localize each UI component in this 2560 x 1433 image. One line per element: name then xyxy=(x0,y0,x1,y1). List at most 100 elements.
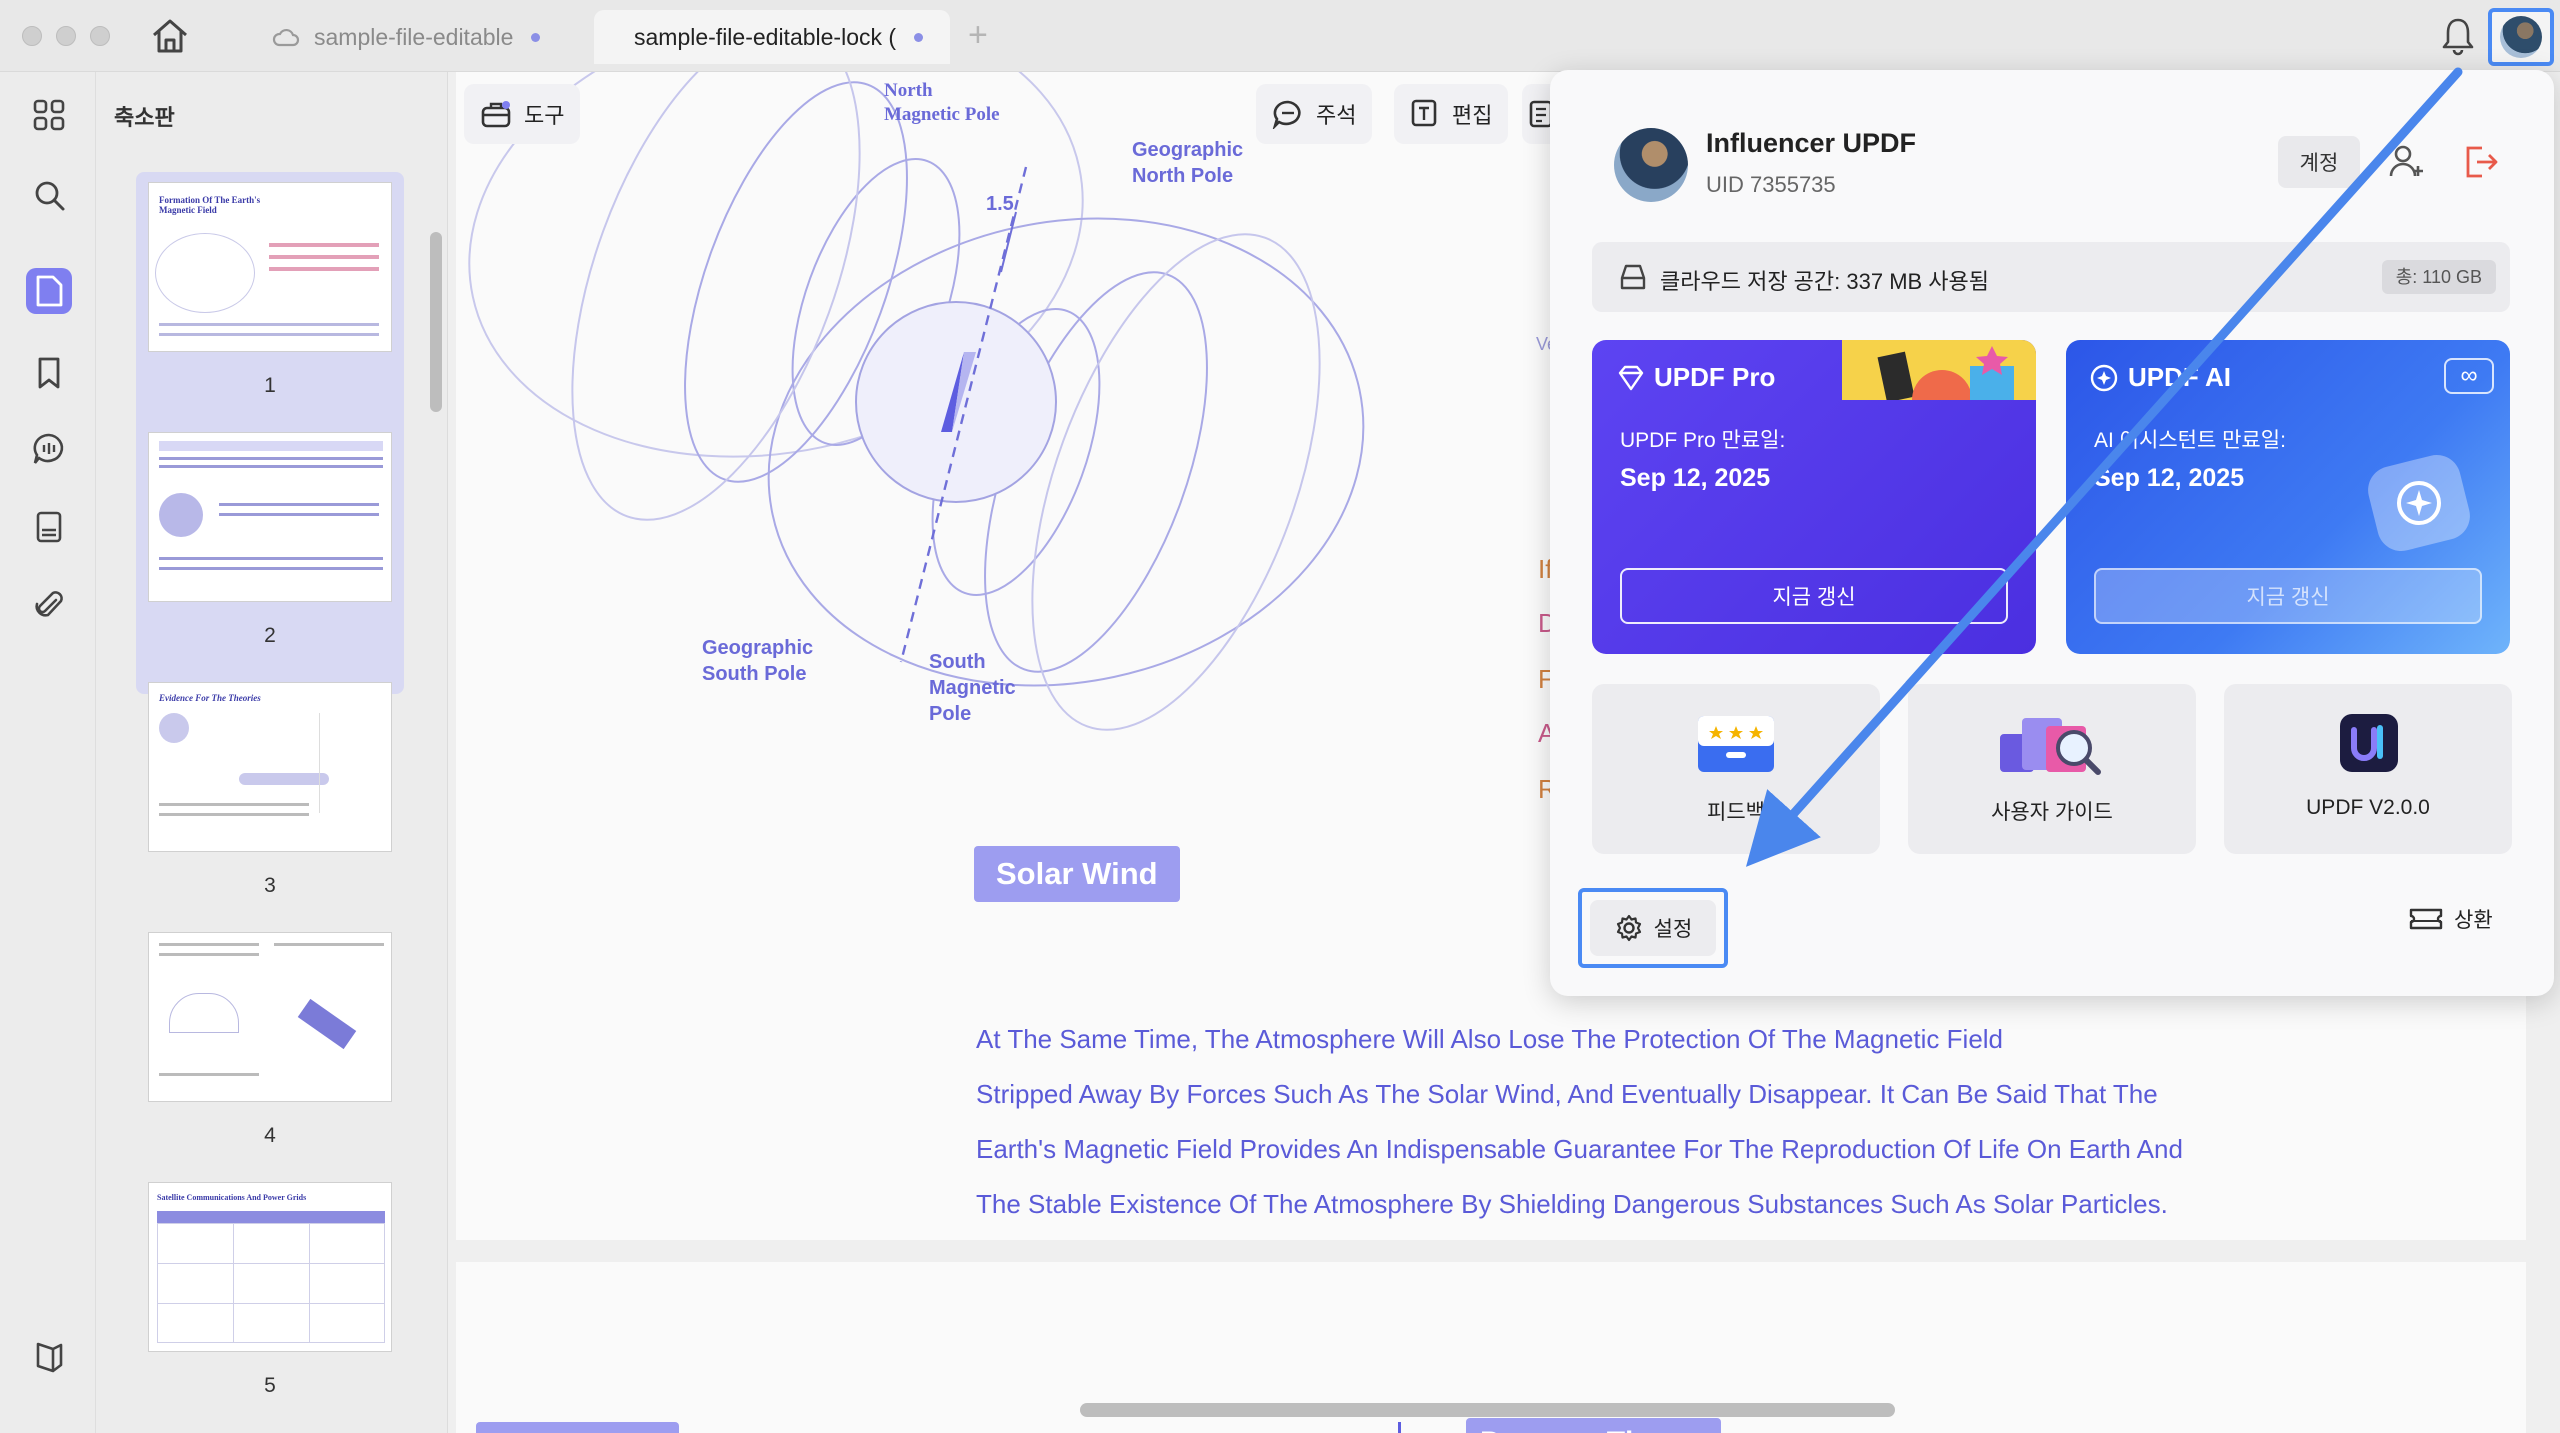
thumbnail-panel: 축소판 Formation Of The Earth's Magnetic Fi… xyxy=(96,72,448,1433)
account-button[interactable]: 계정 xyxy=(2278,136,2360,188)
toolbox-icon xyxy=(481,101,511,128)
dynamo-theory-heading: Dynamo Theory xyxy=(1466,1418,1721,1433)
account-popover: Influencer UPDF UID 7355735 계정 클라우드 저장 공… xyxy=(1550,70,2554,996)
title-bar: sample-file-editable sample-file-editabl… xyxy=(0,0,2560,72)
renew-ai-button[interactable]: 지금 갱신 xyxy=(2094,568,2482,624)
comment-button[interactable]: 주석 xyxy=(1256,84,1373,144)
add-user-icon[interactable] xyxy=(2388,142,2426,182)
feedback-tile[interactable]: 피드백 xyxy=(1592,684,1880,854)
geo-south-label-line2: South Pole xyxy=(702,663,806,685)
tile-label: 피드백 xyxy=(1707,801,1765,824)
bell-icon[interactable] xyxy=(2440,16,2476,56)
page-number: 2 xyxy=(264,624,276,647)
thumb-heading: Formation Of The Earth's Magnetic Field xyxy=(159,195,261,215)
redeem-button[interactable]: 상환 xyxy=(2408,904,2493,934)
page-preview: Evidence For The Theories xyxy=(148,682,392,852)
divider xyxy=(1398,1422,1401,1433)
solar-wind-heading: Solar Wind xyxy=(974,846,1180,902)
panel-title: 축소판 xyxy=(114,105,175,130)
edit-text-icon xyxy=(1411,99,1437,127)
home-icon[interactable] xyxy=(150,18,190,54)
updf-pro-card: UPDF Pro UPDF Pro 만료일: Sep 12, 2025 지금 갱… xyxy=(1592,340,2036,654)
thumb-heading: Satellite Communications And Power Grids xyxy=(157,1193,307,1202)
unsaved-dot xyxy=(531,32,541,42)
stationery-illustration xyxy=(1842,340,2036,400)
layers-icon[interactable] xyxy=(26,1334,72,1380)
renew-pro-button[interactable]: 지금 갱신 xyxy=(1620,568,2008,624)
geo-north-label-line1: Geographic xyxy=(1132,139,1243,161)
page-number: 3 xyxy=(264,874,276,897)
card-title: UPDF Pro xyxy=(1654,362,1776,392)
north-magnetic-label-line1: North xyxy=(884,80,933,101)
magnetic-field-diagram: 1.5 North Magnetic Pole Geographic North… xyxy=(468,72,1365,731)
horizontal-scrollbar[interactable] xyxy=(1080,1403,1895,1417)
thumbnail-page-2[interactable]: 2 xyxy=(136,422,404,694)
expiry-date: Sep 12, 2025 xyxy=(1620,464,1771,492)
tab-label: sample-file-editable-lock ( xyxy=(634,23,897,50)
paragraph-line: Earth's Magnetic Field Provides An Indis… xyxy=(976,1134,2183,1164)
gear-icon xyxy=(1616,914,1641,942)
solar-wind-paragraph: At The Same Time, The Atmosphere Will Al… xyxy=(976,1012,2236,1232)
paragraph-line: At The Same Time, The Atmosphere Will Al… xyxy=(976,1024,2004,1054)
cloud-storage-bar: 클라우드 저장 공간: 337 MB 사용됨 총: 110 GB xyxy=(1592,242,2510,312)
drive-icon xyxy=(1620,264,1646,290)
diamond-icon xyxy=(1618,365,1644,391)
close-window-button[interactable] xyxy=(22,26,42,46)
thumbnail-scrollbar[interactable] xyxy=(430,232,442,412)
introduction-heading: Introduction xyxy=(476,1422,679,1433)
redeem-label: 상환 xyxy=(2454,909,2493,932)
thumbnail-page-5[interactable]: Satellite Communications And Power Grids… xyxy=(136,1172,404,1433)
apps-grid-icon[interactable] xyxy=(26,92,72,138)
storage-usage: 클라우드 저장 공간: 337 MB 사용됨 xyxy=(1660,269,1990,294)
paragraph-line: The Stable Existence Of The Atmosphere B… xyxy=(976,1189,2168,1219)
geo-south-label-line1: Geographic xyxy=(702,637,813,659)
geo-north-label-line2: North Pole xyxy=(1132,165,1233,187)
edit-button[interactable]: 편집 xyxy=(1394,84,1509,144)
angle-label: 1.5 xyxy=(986,193,1014,215)
page-preview xyxy=(148,932,392,1102)
infinity-icon: ∞ xyxy=(2444,358,2494,394)
comment-icon xyxy=(1272,100,1301,129)
attachment-icon[interactable] xyxy=(26,582,72,628)
tab-sample-file-editable-lock[interactable]: sample-file-editable-lock ( xyxy=(594,10,950,64)
tools-button[interactable]: 도구 xyxy=(464,84,581,144)
version-tile[interactable]: UPDF V2.0.0 xyxy=(2224,684,2512,854)
thumb-heading: Evidence For The Theories xyxy=(159,693,261,703)
user-name: Influencer UPDF xyxy=(1706,128,1917,158)
user-guide-tile[interactable]: 사용자 가이드 xyxy=(1908,684,2196,854)
tab-sample-file-editable[interactable]: sample-file-editable xyxy=(272,10,592,64)
expiry-label: UPDF Pro 만료일: xyxy=(1620,429,1786,452)
thumbnail-page-1[interactable]: Formation Of The Earth's Magnetic Field … xyxy=(136,172,404,444)
comment-list-icon[interactable] xyxy=(26,426,72,472)
profile-button[interactable] xyxy=(2488,8,2554,66)
card-title: UPDF AI xyxy=(2128,362,2232,392)
tile-label: 사용자 가이드 xyxy=(1991,801,2113,824)
settings-button[interactable]: 설정 xyxy=(1578,888,1728,968)
new-tab-button[interactable]: + xyxy=(968,16,988,55)
thumbnails-icon[interactable] xyxy=(26,268,72,314)
settings-inner: 설정 xyxy=(1590,900,1716,956)
ticket-icon xyxy=(2409,908,2443,930)
expiry-label: AI 어시스턴트 만료일: xyxy=(2094,429,2286,452)
bookmark-icon[interactable] xyxy=(26,350,72,396)
page-preview: Satellite Communications And Power Grids xyxy=(148,1182,392,1352)
storage-total: 총: 110 GB xyxy=(2381,260,2496,294)
updf-ai-card: UPDF AI ∞ AI 어시스턴트 만료일: Sep 12, 2025 지금 … xyxy=(2066,340,2510,654)
page-number: 4 xyxy=(264,1124,276,1147)
south-magnetic-label-line2: Magnetic xyxy=(929,677,1016,699)
zoom-window-button[interactable] xyxy=(90,26,110,46)
sign-out-icon[interactable] xyxy=(2462,142,2500,182)
search-icon[interactable] xyxy=(26,172,72,218)
updf-logo-icon xyxy=(2340,714,2398,772)
page-number: 1 xyxy=(264,374,276,397)
tools-label: 도구 xyxy=(524,103,565,128)
thumbnail-page-3[interactable]: Evidence For The Theories 3 xyxy=(136,672,404,944)
unsaved-dot xyxy=(914,32,924,42)
document-stack-icon[interactable] xyxy=(26,504,72,550)
minimize-window-button[interactable] xyxy=(56,26,76,46)
comment-label: 주석 xyxy=(1316,103,1357,128)
avatar xyxy=(2500,16,2542,58)
north-magnetic-label-line2: Magnetic Pole xyxy=(884,104,1000,125)
thumbnail-page-4[interactable]: 4 xyxy=(136,922,404,1194)
page-preview: Formation Of The Earth's Magnetic Field xyxy=(148,182,392,352)
